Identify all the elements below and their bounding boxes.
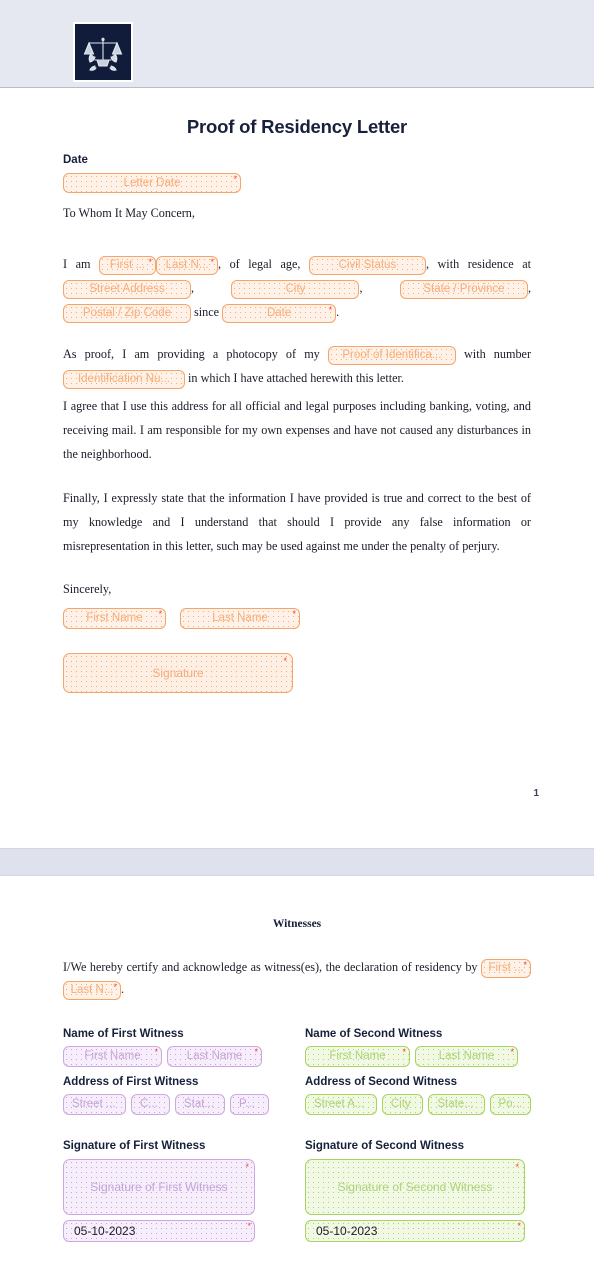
city-field[interactable]: City [231, 279, 360, 299]
proof-of-identification-field[interactable]: Proof of Identifica... [327, 345, 456, 365]
page-separator [0, 848, 594, 876]
required-asterisk: * [245, 1162, 249, 1172]
civil-status-field[interactable]: Civil Status [308, 255, 426, 275]
p2-text-1: As proof, I am providing a photocopy of … [63, 347, 320, 361]
first-witness-signature-column: Signature of First Witness Signature of … [63, 1140, 297, 1242]
first-witness-city-field[interactable]: C... [131, 1094, 170, 1115]
address-usage-paragraph: I agree that I use this address for all … [63, 399, 531, 461]
page-number: 1 [533, 788, 539, 799]
second-witness-postal-field[interactable]: Po... [489, 1094, 532, 1115]
required-asterisk: * [113, 981, 117, 992]
second-witness-date-field[interactable]: 05-10-2023 * [305, 1220, 525, 1242]
first-witness-last-name-field[interactable]: Last Name * [167, 1046, 262, 1067]
p1-text-5: , [359, 281, 363, 295]
p1-text-4: , [191, 281, 195, 295]
required-asterisk: * [254, 1047, 258, 1057]
perjury-declaration-paragraph: Finally, I expressly state that the info… [63, 491, 531, 553]
second-witness-address-label: Address of Second Witness [305, 1076, 457, 1088]
residence-since-date-field[interactable]: Date * [222, 303, 337, 323]
signature-field[interactable]: Signature * [63, 653, 293, 693]
p1-text-8: . [336, 305, 340, 319]
second-witness-city-field[interactable]: City [381, 1094, 424, 1115]
witnesses-heading: Witnesses [272, 918, 322, 930]
first-witness-column: Name of First Witness First Name * Last N… [63, 1028, 297, 1115]
second-witness-signature-label: Signature of Second Witness [305, 1140, 465, 1152]
second-witness-signature-field[interactable]: Signature of Second Witness * [305, 1159, 525, 1215]
required-asterisk: * [515, 1162, 519, 1172]
first-witness-signature-field[interactable]: Signature of First Witness * [63, 1159, 255, 1215]
document-page-1: Proof of Residency Letter Date Letter Da… [0, 88, 594, 848]
first-witness-postal-field[interactable]: P... [230, 1094, 269, 1115]
first-witness-state-field[interactable]: Stat... [175, 1094, 225, 1115]
required-asterisk: * [233, 174, 237, 184]
p1-text-7: since [194, 305, 220, 319]
closing-text: Sincerely, [63, 582, 112, 596]
witness-declaration-paragraph: I/We hereby certify and acknowledge as w… [63, 956, 532, 1000]
required-asterisk: * [292, 609, 296, 619]
required-asterisk: * [402, 1047, 406, 1057]
postal-zip-field[interactable]: Postal / Zip Code [63, 303, 191, 323]
required-asterisk: * [510, 1047, 514, 1057]
required-asterisk: * [517, 1221, 521, 1231]
first-name-field[interactable]: First ... * [99, 255, 156, 275]
signer-last-name-field[interactable]: Last Name * [180, 608, 300, 629]
p1-text-2: , of legal age, [218, 257, 301, 271]
letter-date-field[interactable]: Letter Date * [63, 173, 241, 193]
required-asterisk: * [158, 609, 162, 619]
p1-text-3: , with residence at [425, 257, 532, 271]
witness-intro-text: I/We hereby certify and acknowledge as w… [63, 960, 478, 974]
first-witness-address-label: Address of First Witness [63, 1076, 199, 1088]
signer-first-name-field[interactable]: First Name * [63, 608, 166, 629]
second-witness-first-name-field[interactable]: First Name * [305, 1046, 410, 1067]
date-label: Date [63, 154, 88, 166]
witness-subject-first-name-field[interactable]: First ... * [481, 958, 532, 978]
p2-text-3: in which I have attached herewith this l… [188, 371, 404, 385]
witness-intro-end: . [121, 982, 125, 996]
first-witness-street-field[interactable]: Street ... [63, 1094, 126, 1115]
salutation: To Whom It May Concern, [63, 206, 195, 220]
second-witness-signature-column: Signature of Second Witness Signature of… [297, 1140, 531, 1242]
street-address-field[interactable]: Street Address [63, 279, 191, 299]
scales-of-justice-logo [73, 22, 133, 82]
required-asterisk: * [328, 304, 333, 315]
required-asterisk: * [210, 256, 214, 267]
required-asterisk: * [247, 1221, 251, 1231]
second-witness-last-name-field[interactable]: Last Name * [415, 1046, 518, 1067]
witness-subject-last-name-field[interactable]: Last N... * [63, 980, 121, 1000]
first-witness-first-name-field[interactable]: First Name * [63, 1046, 162, 1067]
required-asterisk: * [148, 256, 152, 267]
required-asterisk: * [154, 1047, 158, 1057]
first-witness-date-field[interactable]: 05-10-2023 * [63, 1220, 255, 1242]
state-province-field[interactable]: State / Province [399, 279, 528, 299]
second-witness-name-label: Name of Second Witness [305, 1028, 443, 1040]
second-witness-column: Name of Second Witness First Name * Last … [297, 1028, 532, 1115]
required-asterisk: * [523, 959, 528, 970]
first-witness-signature-label: Signature of First Witness [63, 1140, 206, 1152]
p1-text-6: , [527, 281, 532, 295]
second-witness-street-field[interactable]: Street A... [305, 1094, 377, 1115]
second-witness-state-field[interactable]: State... [428, 1094, 485, 1115]
residency-statement-paragraph: I am First ... * Last N... *, of legal age,… [63, 252, 531, 324]
proof-of-identification-paragraph: As proof, I am providing a photocopy of … [63, 342, 531, 390]
first-witness-name-label: Name of First Witness [63, 1028, 184, 1040]
identification-number-field[interactable]: Identification Nu... [63, 369, 185, 389]
document-header-band [0, 0, 594, 88]
last-name-field[interactable]: Last N... * [156, 255, 218, 275]
p2-text-2: with number [464, 347, 532, 361]
page-title: Proof of Residency Letter [186, 116, 408, 137]
document-page-2: Witnesses I/We hereby certify and acknow… [0, 876, 594, 1261]
required-asterisk: * [283, 656, 287, 666]
p1-text-1: I am [63, 257, 91, 271]
